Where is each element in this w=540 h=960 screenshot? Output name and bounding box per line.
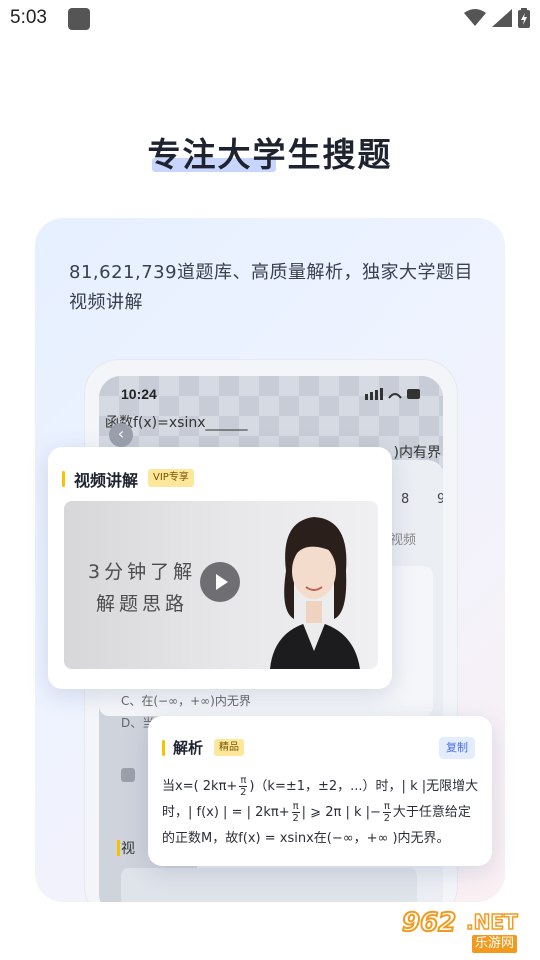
video-thumb-line1: 3分钟了解 [88,561,197,583]
watermark-logo: 962 .NET 乐游网 [400,907,532,956]
fraction-pi-over-2: π2 [239,775,248,798]
signal-icon [492,9,512,27]
copy-button[interactable]: 复制 [439,737,475,759]
video-explanation-card[interactable]: 视频讲解 VIP专享 3分钟了解 解题思路 [48,447,392,689]
wifi-icon [464,9,486,26]
section-accent-bar [162,740,165,756]
fraction-denominator: 2 [240,787,247,798]
fraction-pi-over-2: π2 [291,801,300,824]
analysis-line1-b: )（k=±1，±2，...）时，| k |无限增大 [249,779,479,794]
headline: 专注大学生搜题 [0,128,540,176]
presenter-image [270,517,360,669]
fraction-numerator: π [291,801,300,813]
back-button[interactable]: ‹ [109,423,133,447]
analysis-card: 解析 精品 复制 当x=( 2kπ+ π 2)（k=±1，±2，...）时，| k … [148,716,492,866]
phone-tab-9[interactable]: 9 [437,492,443,507]
phone-section-label: 视 [121,841,135,857]
phone-placeholder-block [121,868,417,902]
video-card-title: 视频讲解 [74,471,139,490]
analysis-line2-c: 大于任意给定 [392,805,471,820]
analysis-line2: 时，| f(x) | = | 2kπ+ π 2 | ⩾ 2π | k |− π 2 大于任意… [162,800,484,826]
phone-tab-8[interactable]: 8 [401,492,409,507]
analysis-title: 解析 [173,739,204,757]
play-button[interactable] [200,562,240,602]
feature-description: 81,621,739道题库、高质量解析，独家大学题目视频讲解 [69,262,474,313]
fraction-denominator: 2 [383,813,391,824]
analysis-body: 当x=( 2kπ+ π 2)（k=±1，±2，...）时，| k |无限增大 时，|… [162,774,484,852]
fraction-numerator: π [382,801,391,813]
analysis-line2-a: 时，| f(x) | = | 2kπ+ [162,805,290,820]
status-icons [464,7,530,29]
watermark-digits: 962 [401,907,457,939]
watermark-text: 乐游网 [472,935,518,953]
app-store-screenshot: 5:03 专注大学生搜题 81,621,739道题库、高质量解析，独家大学题目视… [0,0,540,960]
analysis-line1-a: 当x=( 2kπ+ [162,779,238,794]
fraction-pi-over-2: π2 [382,801,391,824]
fraction-numerator: π [239,775,248,787]
battery-icon [518,8,530,28]
section-accent-bar [62,471,65,487]
video-thumb-line2: 解题思路 [96,593,189,615]
premium-badge: 精品 [214,739,244,756]
analysis-line1: 当x=( 2kπ+ π 2)（k=±1，±2，...）时，| k |无限增大 [162,774,484,800]
analysis-line2-b: | ⩾ 2π | k |− [301,805,381,820]
app-notification-icon [68,8,90,30]
fraction-denominator: 2 [292,813,299,824]
phone-status-icons [365,388,420,400]
vip-badge: VIP专享 [148,469,194,487]
phone-question-line2: )内有界 [393,445,441,461]
status-time: 5:03 [10,7,47,28]
phone-section-bar [117,840,120,856]
video-thumbnail[interactable]: 3分钟了解 解题思路 [64,501,378,669]
headline-text: 专注大学生搜题 [147,135,393,174]
watermark-suffix: .NET [465,909,518,935]
status-bar: 5:03 [0,0,540,36]
phone-time: 10:24 [121,386,157,402]
play-icon [216,574,228,590]
phone-option-c[interactable]: C、在(−∞，+∞)内无界 [121,692,251,709]
analysis-line3: 的正数M，故f(x) = xsinx在(−∞，+∞ )内无界。 [162,831,450,846]
phone-feedback-icon[interactable] [121,768,135,782]
